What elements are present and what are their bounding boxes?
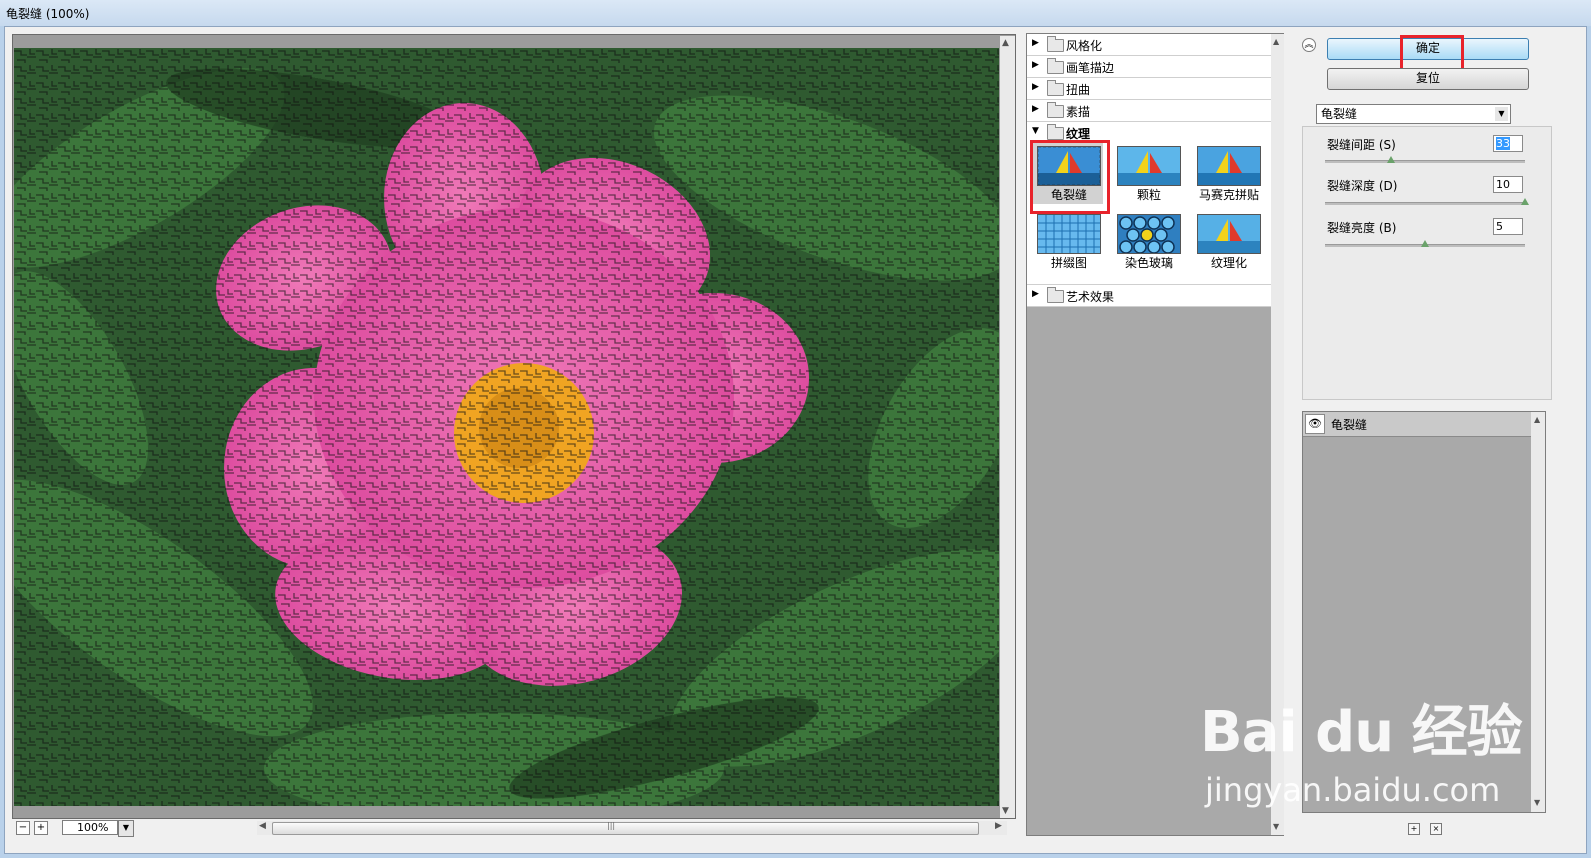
effect-layer-name: 龟裂缝 [1331, 418, 1368, 432]
filter-label: 纹理化 [1210, 256, 1247, 270]
expand-icon[interactable]: ▶ [1032, 82, 1039, 92]
thumbnail-image [1117, 214, 1181, 254]
thumbnail-image [1197, 146, 1261, 186]
gallery-vertical-scrollbar[interactable]: ▲ ▼ [1271, 34, 1284, 835]
folder-icon [1047, 58, 1064, 74]
category-label: 艺术效果 [1066, 290, 1115, 304]
eye-icon[interactable]: 👁 [1305, 414, 1325, 434]
filter-category-list: ▶ 风格化 ▶ 画笔描边 ▶ 扭曲 ▶ 素描 ▼ 纹理 龟裂缝 颗粒 马赛克拼贴… [1027, 34, 1271, 307]
effect-layer-row[interactable]: 👁 龟裂缝 [1303, 412, 1531, 437]
category-brush-strokes[interactable]: ▶ 画笔描边 [1027, 56, 1271, 78]
slider-knob[interactable] [1421, 240, 1429, 247]
crack-spacing-label: 裂缝间距 (S) [1327, 138, 1396, 152]
expand-icon[interactable]: ▶ [1032, 289, 1039, 299]
thumbnail-image [1037, 214, 1101, 254]
collapse-icon[interactable]: ▼ [1032, 126, 1039, 136]
category-distort[interactable]: ▶ 扭曲 [1027, 78, 1271, 100]
folder-icon [1047, 102, 1064, 118]
expand-icon[interactable]: ▶ [1032, 60, 1039, 70]
filter-select-value: 龟裂缝 [1321, 107, 1358, 121]
expand-icon[interactable]: ▶ [1032, 38, 1039, 48]
slider-knob[interactable] [1521, 198, 1529, 205]
folder-icon [1047, 287, 1064, 303]
delete-effect-layer-icon[interactable]: × [1430, 823, 1442, 835]
slider-knob[interactable] [1387, 156, 1395, 163]
scroll-up-icon[interactable]: ▲ [1273, 37, 1279, 46]
scroll-up-icon[interactable]: ▲ [1534, 415, 1540, 424]
expand-icon[interactable]: ▶ [1032, 104, 1039, 114]
category-artistic[interactable]: ▶ 艺术效果 [1027, 284, 1271, 307]
effect-layers-panel: 👁 龟裂缝 ▲ ▼ [1302, 411, 1546, 813]
zoom-field[interactable]: 100% [62, 820, 118, 835]
crack-brightness-field[interactable]: 5 [1493, 218, 1523, 235]
preview-horizontal-scrollbar[interactable]: ◀ ||| ▶ [257, 821, 1007, 835]
window-title-bar: 龟裂缝 (100%) [0, 0, 1591, 26]
new-effect-layer-icon[interactable]: + [1408, 823, 1420, 835]
filter-parameters: 裂缝间距 (S) 33 裂缝深度 (D) 10 裂缝亮度 (B) 5 [1302, 126, 1552, 400]
filter-label: 拼缀图 [1050, 256, 1087, 270]
crack-spacing-value: 33 [1496, 137, 1510, 150]
crack-spacing-slider[interactable] [1325, 156, 1525, 163]
preview-image[interactable] [14, 48, 999, 806]
collapse-gallery-icon[interactable]: ︽ [1302, 38, 1316, 52]
filter-gallery: ▶ 风格化 ▶ 画笔描边 ▶ 扭曲 ▶ 素描 ▼ 纹理 龟裂缝 颗粒 马赛克拼贴… [1026, 33, 1284, 836]
category-sketch[interactable]: ▶ 素描 [1027, 100, 1271, 122]
filter-select[interactable]: 龟裂缝 ▼ [1316, 104, 1511, 124]
chevron-down-icon[interactable]: ▼ [1495, 107, 1508, 121]
scroll-down-icon[interactable]: ▼ [1534, 798, 1540, 807]
crack-brightness-slider[interactable] [1325, 240, 1525, 247]
filter-patchwork[interactable]: 拼缀图 [1031, 210, 1103, 272]
crack-brightness-label: 裂缝亮度 (B) [1327, 221, 1397, 235]
filter-label: 染色玻璃 [1124, 256, 1173, 270]
zoom-bar: − + 100% ▼ ◀ ||| ▶ [12, 819, 1016, 837]
category-label: 画笔描边 [1066, 61, 1115, 75]
scroll-down-icon[interactable]: ▼ [1002, 806, 1009, 816]
crack-depth-slider[interactable] [1325, 198, 1529, 205]
thumbnail-image [1117, 146, 1181, 186]
grip-icon: ||| [607, 821, 616, 830]
filter-stained-glass[interactable]: 染色玻璃 [1111, 210, 1183, 272]
folder-open-icon [1047, 124, 1064, 140]
crack-depth-field[interactable]: 10 [1493, 176, 1523, 193]
zoom-out-button[interactable]: − [16, 821, 30, 835]
filter-label: 颗粒 [1136, 188, 1161, 202]
scroll-right-icon[interactable]: ▶ [995, 821, 1002, 831]
highlight-box [1030, 140, 1110, 214]
filter-texturizer[interactable]: 纹理化 [1191, 210, 1263, 272]
filter-grain[interactable]: 颗粒 [1111, 142, 1183, 204]
crack-depth-label: 裂缝深度 (D) [1327, 179, 1398, 193]
folder-icon [1047, 36, 1064, 52]
scroll-up-icon[interactable]: ▲ [1002, 38, 1009, 48]
zoom-in-button[interactable]: + [34, 821, 48, 835]
reset-button[interactable]: 复位 [1327, 68, 1529, 90]
category-stylize[interactable]: ▶ 风格化 [1027, 34, 1271, 56]
flower-photo [14, 48, 999, 806]
category-label: 风格化 [1066, 39, 1103, 53]
thumbnail-image [1197, 214, 1261, 254]
scroll-down-icon[interactable]: ▼ [1273, 822, 1279, 831]
preview-vertical-scrollbar[interactable]: ▲ ▼ [1000, 36, 1015, 818]
scroll-thumb[interactable] [272, 822, 979, 835]
category-label: 素描 [1066, 105, 1091, 119]
category-label: 扭曲 [1066, 83, 1091, 97]
crack-spacing-field[interactable]: 33 [1493, 135, 1523, 152]
layers-vertical-scrollbar[interactable]: ▲ ▼ [1531, 412, 1545, 812]
filter-mosaic-tiles[interactable]: 马赛克拼贴 [1191, 142, 1263, 204]
folder-icon [1047, 80, 1064, 96]
window-title: 龟裂缝 (100%) [6, 7, 90, 21]
chevron-down-icon[interactable]: ▼ [118, 820, 134, 837]
filter-label: 马赛克拼贴 [1198, 188, 1259, 202]
scroll-left-icon[interactable]: ◀ [259, 821, 266, 831]
